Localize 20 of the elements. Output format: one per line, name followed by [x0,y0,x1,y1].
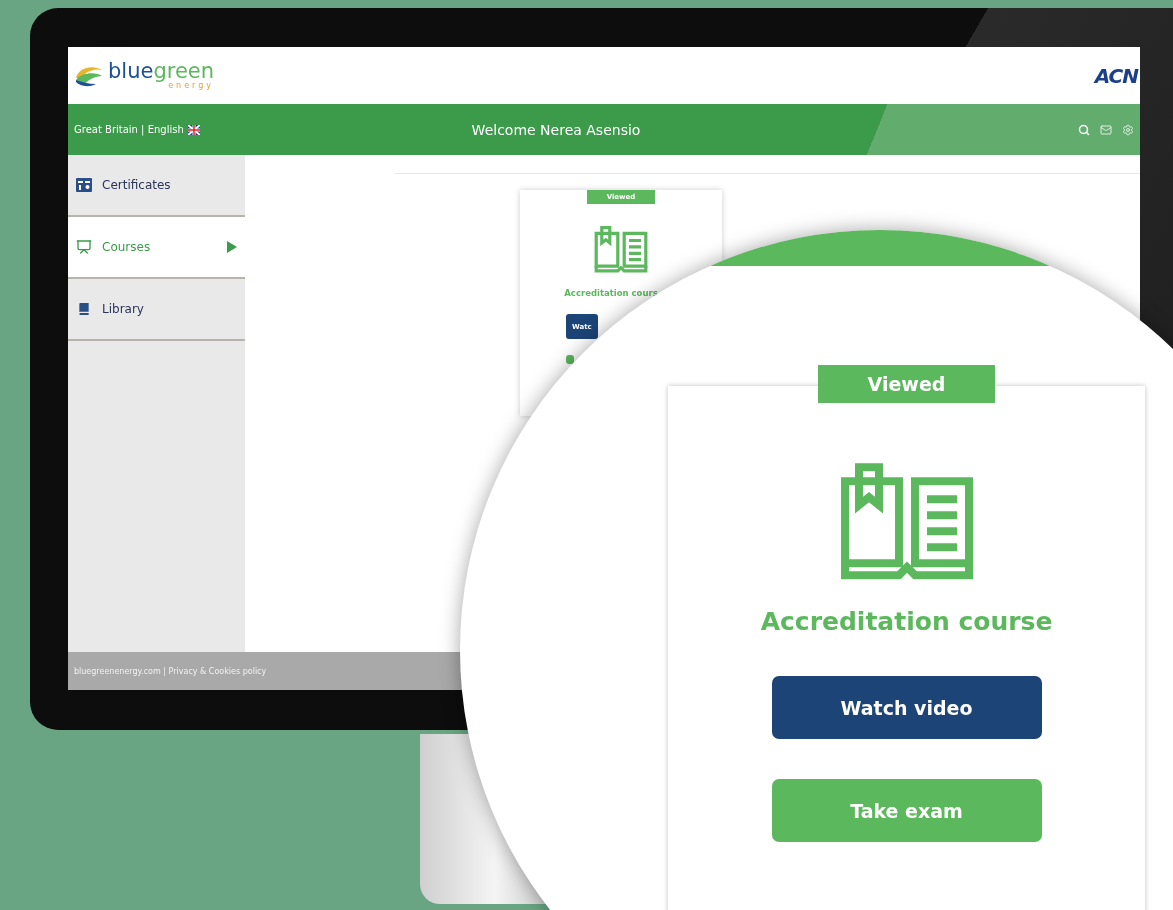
search-icon[interactable] [1078,123,1090,136]
logo-subtext: energy [168,82,215,90]
course-title: Accreditation cours [564,288,658,299]
sidebar-item[interactable]: Courses [68,217,245,279]
mail-icon[interactable] [1100,123,1112,136]
partner-logo: ACN [1094,63,1140,88]
logo-text: bluegreen [108,61,215,82]
welcome-message: Welcome Nerea Asensio [470,121,642,138]
course-title: Accreditation course [760,607,1053,637]
footer-links: bluegreenenergy.com | Privacy & Cookies policy [74,666,267,676]
flag-icon[interactable] [187,124,200,135]
arrow-right-icon [227,241,237,253]
settings-icon[interactable] [1122,123,1134,136]
book-icon [76,301,92,317]
certificate-icon [76,178,92,192]
presentation-board-icon [76,239,92,255]
watch-video-button[interactable]: Watch video [771,676,1042,740]
open-book-icon [593,226,649,275]
locale-selector[interactable]: Great Britain | English [74,124,184,135]
viewed-badge: Viewed [817,365,996,403]
